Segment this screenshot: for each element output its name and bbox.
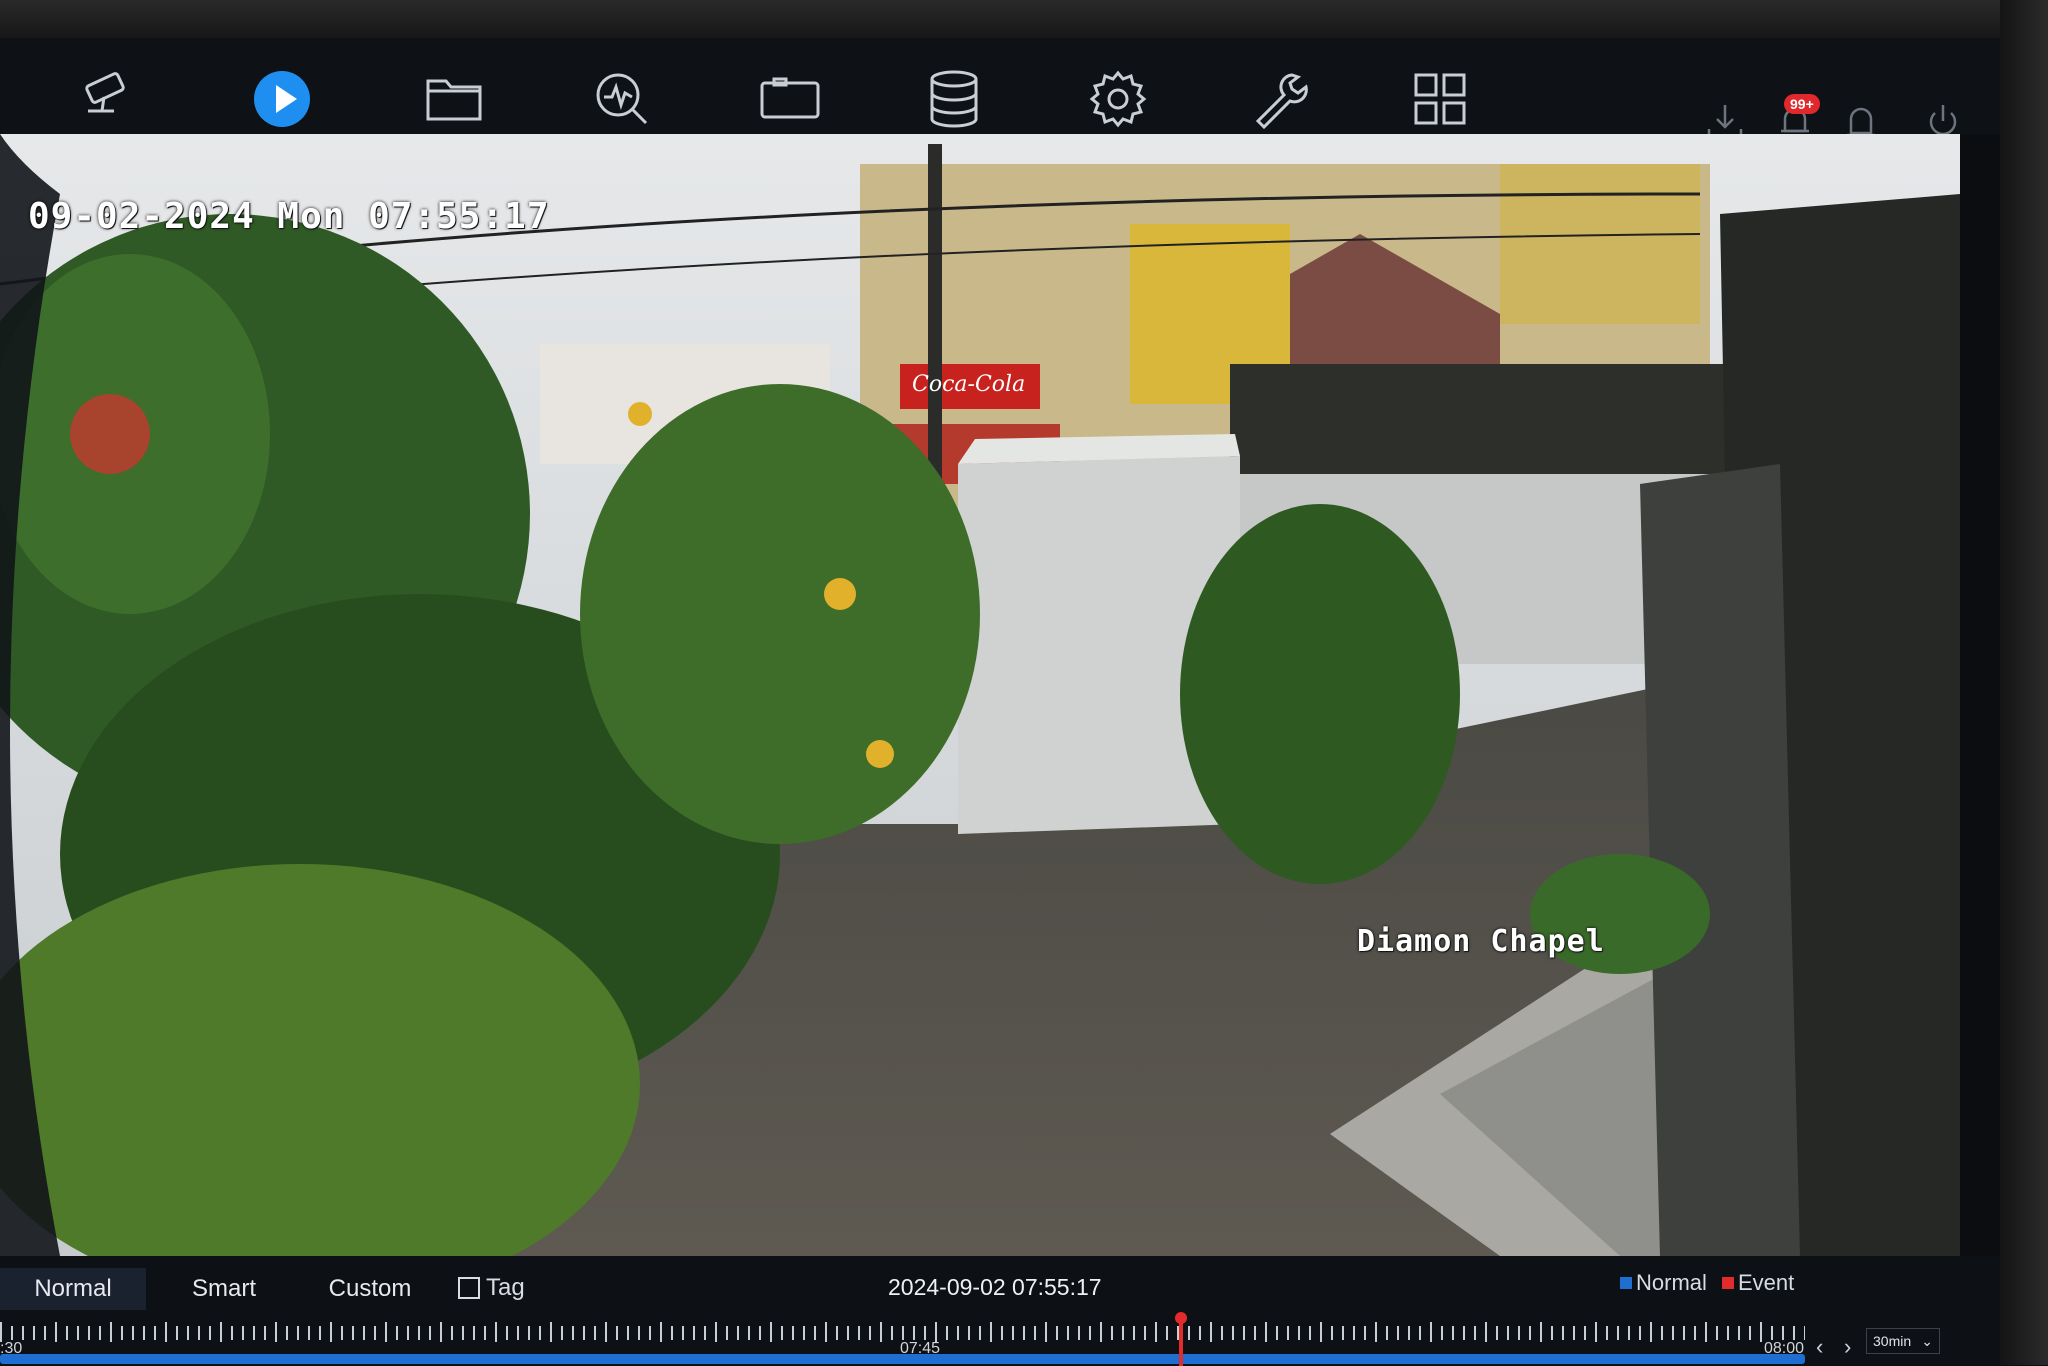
timeline-major-ticks	[0, 1322, 1805, 1342]
grid-icon[interactable]	[1400, 64, 1480, 134]
camera-icon[interactable]	[66, 64, 146, 134]
tag-checkbox[interactable]: Tag	[458, 1274, 525, 1302]
tab-smart[interactable]: Smart	[164, 1268, 284, 1310]
search-analytics-icon[interactable]	[582, 64, 662, 134]
timeline-cursor[interactable]	[1179, 1318, 1183, 1366]
folder-icon[interactable]	[414, 64, 494, 134]
osd-timestamp: 09-02-2024 Mon 07:55:17	[28, 196, 550, 237]
video-window-icon[interactable]	[750, 64, 830, 134]
video-scene	[0, 134, 1960, 1256]
legend-normal-swatch	[1620, 1277, 1632, 1289]
tag-label: Tag	[486, 1274, 525, 1301]
legend-normal: Normal	[1620, 1270, 1707, 1296]
recording-timeline[interactable]	[0, 1354, 1805, 1364]
timeline-zoom-select[interactable]: 30min ⌄	[1866, 1328, 1940, 1354]
nvr-screen: 99+ 09-02-2024 Mon 07:55:17 Diamon Chape…	[0, 38, 2000, 1366]
legend-event: Event	[1722, 1270, 1794, 1296]
monitor-bezel-right	[2000, 0, 2048, 1365]
zoom-value: 30min	[1873, 1333, 1912, 1349]
coca-cola-sign: Coca-Cola	[912, 372, 1026, 397]
tab-custom[interactable]: Custom	[308, 1268, 432, 1310]
notification-badge: 99+	[1784, 94, 1820, 114]
playback-bar: Normal Smart Custom Tag 2024-09-02 07:55…	[0, 1256, 2000, 1366]
database-icon[interactable]	[914, 64, 994, 134]
tab-normal[interactable]: Normal	[0, 1268, 146, 1310]
legend-event-label: Event	[1738, 1270, 1795, 1295]
current-playback-time: 2024-09-02 07:55:17	[888, 1274, 1102, 1300]
osd-camera-name: Diamon Chapel	[1357, 924, 1605, 959]
camera-video-feed[interactable]: 09-02-2024 Mon 07:55:17 Diamon Chapel Co…	[0, 134, 1960, 1256]
timeline-prev-arrow[interactable]: ‹	[1816, 1334, 1823, 1360]
checkbox-box[interactable]	[458, 1277, 480, 1299]
timeline-next-arrow[interactable]: ›	[1844, 1334, 1851, 1360]
legend-event-swatch	[1722, 1277, 1734, 1289]
chevron-down-icon: ⌄	[1921, 1332, 1933, 1349]
main-toolbar: 99+	[0, 38, 2000, 141]
legend-normal-label: Normal	[1636, 1270, 1707, 1295]
wrench-icon[interactable]	[1240, 64, 1320, 134]
gear-icon[interactable]	[1078, 64, 1158, 134]
play-icon[interactable]	[242, 64, 322, 134]
